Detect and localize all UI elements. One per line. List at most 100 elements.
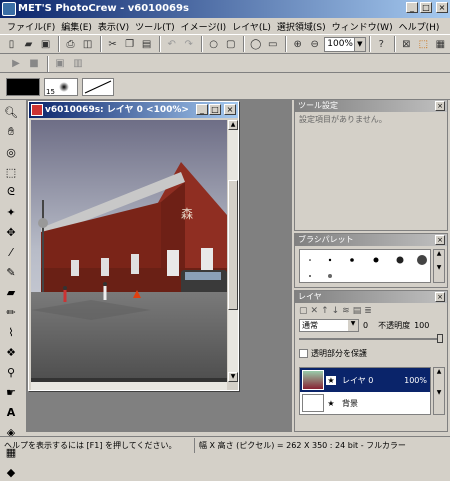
blend-mode-select[interactable]: 通常 ▼ bbox=[299, 319, 359, 332]
tool-settings-title-bar: ツール設定 × bbox=[295, 100, 447, 112]
selection-icon[interactable]: ⬚ bbox=[416, 36, 431, 52]
copy-icon[interactable]: ❐ bbox=[122, 36, 137, 52]
brush-scrollbar[interactable]: ▲ ▼ bbox=[433, 249, 445, 283]
merge-layer-icon[interactable]: ≋ bbox=[342, 306, 350, 316]
text-tool-icon[interactable]: A bbox=[2, 403, 20, 421]
tool-settings-close-icon[interactable]: × bbox=[435, 101, 445, 111]
close-button[interactable]: × bbox=[436, 2, 448, 13]
layer-row-0[interactable]: ★ レイヤ 0 100% bbox=[300, 368, 430, 392]
stamp-tool-icon[interactable]: ❖ bbox=[2, 343, 20, 361]
app-title: MET'S PhotoCrew - v6010069s bbox=[18, 3, 189, 14]
window-controls: _ □ × bbox=[406, 2, 448, 13]
magic-wand-tool-icon[interactable]: ✦ bbox=[2, 203, 20, 221]
zoom-tool-icon[interactable]: 🔍︎ bbox=[2, 103, 20, 121]
star-icon[interactable]: ★ bbox=[326, 375, 336, 385]
print-preview-icon[interactable]: ◫ bbox=[80, 36, 95, 52]
save-icon[interactable]: ▣ bbox=[38, 36, 53, 52]
brush-palette-title: ブラシパレット bbox=[298, 235, 354, 244]
zoom-select[interactable]: 100% ▼ bbox=[324, 36, 366, 52]
document-window[interactable]: v6010069s: レイヤ 0 <100%> _ □ × 森 ▲ ▼ bbox=[28, 101, 239, 391]
brush-size-label: 15 bbox=[46, 88, 55, 96]
menu-file[interactable]: ファイル(F) bbox=[4, 20, 58, 33]
airbrush-tool-icon[interactable]: ⌇ bbox=[2, 323, 20, 341]
layer-scrollbar[interactable]: ▲ ▼ bbox=[433, 367, 445, 415]
pencil-tool-icon[interactable]: ✏︎ bbox=[2, 303, 20, 321]
svg-text:森: 森 bbox=[181, 206, 193, 221]
horizontal-scrollbar[interactable] bbox=[31, 382, 227, 390]
stop-icon[interactable]: ■ bbox=[26, 56, 42, 72]
image-canvas[interactable]: 森 bbox=[31, 120, 227, 382]
hand-tool-icon[interactable]: ✋︎ bbox=[2, 123, 20, 141]
zoom-in-icon[interactable]: ⊕ bbox=[290, 36, 305, 52]
layers-title: レイヤ bbox=[298, 292, 322, 301]
cut-icon[interactable]: ✂ bbox=[105, 36, 120, 52]
zoom-value: 100% bbox=[327, 39, 353, 49]
opacity-label: 不透明度 bbox=[378, 321, 411, 330]
print-icon[interactable]: ⎙ bbox=[63, 36, 78, 52]
record-icon[interactable]: ▣ bbox=[52, 56, 68, 72]
brush-grid[interactable] bbox=[299, 249, 431, 283]
zoom-out-icon[interactable]: ⊖ bbox=[307, 36, 322, 52]
vertical-scrollbar[interactable]: ▲ ▼ bbox=[228, 120, 238, 382]
main-toolbar: ▯ ▰ ▣ ⎙ ◫ ✂ ❐ ▤ ↶ ↷ ○ ▢ ◯ ▭ ⊕ ⊖ 100% ▼ ?… bbox=[0, 34, 450, 54]
flatten-icon[interactable]: ▤ bbox=[353, 306, 362, 316]
play-icon[interactable]: ▶ bbox=[8, 56, 24, 72]
foreground-color-swatch[interactable] bbox=[6, 78, 40, 96]
minimize-button[interactable]: _ bbox=[406, 2, 418, 13]
delete-layer-icon[interactable]: ✕ bbox=[311, 306, 319, 316]
app-icon bbox=[2, 2, 16, 16]
eyedropper-tool-icon[interactable]: ⁄ bbox=[2, 243, 20, 261]
line-style-preview[interactable] bbox=[82, 78, 114, 96]
menu-view[interactable]: 表示(V) bbox=[95, 20, 132, 33]
paste-icon[interactable]: ▤ bbox=[139, 36, 154, 52]
frame-icon[interactable]: ▭ bbox=[265, 36, 280, 52]
layer-up-icon[interactable]: ↑ bbox=[321, 306, 329, 316]
lasso-select-tool-icon[interactable]: ᘓ bbox=[2, 183, 20, 201]
brush-tool-icon[interactable]: ✎ bbox=[2, 263, 20, 281]
brush-palette-close-icon[interactable]: × bbox=[435, 235, 445, 245]
layers-panel: レイヤ × ▢ ✕ ↑ ↓ ≋ ▤ ≣ 通常 ▼ 0 不透明度 100 透明部分… bbox=[294, 290, 448, 432]
context-help-icon[interactable]: ? bbox=[374, 36, 389, 52]
menu-help[interactable]: ヘルプ(H) bbox=[396, 20, 443, 33]
layer-options-icon[interactable]: ≣ bbox=[364, 306, 372, 316]
eraser-tool-icon[interactable]: ▰ bbox=[2, 283, 20, 301]
menu-image[interactable]: イメージ(I) bbox=[178, 20, 230, 33]
circle-select-icon[interactable]: ○ bbox=[206, 36, 221, 52]
smudge-tool-icon[interactable]: ☛ bbox=[2, 383, 20, 401]
blend-mode-value: 通常 bbox=[302, 321, 318, 330]
undo-icon[interactable]: ↶ bbox=[164, 36, 179, 52]
rect-select-tool-icon[interactable]: ⬚ bbox=[2, 163, 20, 181]
scroll-down-icon[interactable]: ▼ bbox=[228, 372, 238, 382]
doc-maximize-button[interactable]: □ bbox=[209, 104, 221, 115]
maximize-button[interactable]: □ bbox=[420, 2, 432, 13]
grid-off-icon[interactable]: ⊠ bbox=[399, 36, 414, 52]
document-icon bbox=[31, 104, 43, 116]
layer-down-icon[interactable]: ↓ bbox=[332, 306, 340, 316]
open-folder-icon[interactable]: ▰ bbox=[21, 36, 36, 52]
new-file-icon[interactable]: ▯ bbox=[4, 36, 19, 52]
layer-row-1[interactable]: ★ 背景 bbox=[300, 392, 430, 414]
menu-tools[interactable]: ツール(T) bbox=[132, 20, 178, 33]
move-tool-icon[interactable]: ✥ bbox=[2, 223, 20, 241]
new-layer-icon[interactable]: ▢ bbox=[299, 306, 308, 316]
preserve-transparency-checkbox[interactable] bbox=[299, 349, 308, 358]
macro-icon[interactable]: ▥ bbox=[70, 56, 86, 72]
opacity-slider[interactable] bbox=[299, 334, 443, 344]
redo-icon[interactable]: ↷ bbox=[181, 36, 196, 52]
star-icon[interactable]: ★ bbox=[326, 399, 336, 408]
menu-layer[interactable]: レイヤ(L) bbox=[229, 20, 274, 33]
menu-edit[interactable]: 編集(E) bbox=[58, 20, 95, 33]
scroll-up-icon[interactable]: ▲ bbox=[228, 120, 238, 130]
doc-close-button[interactable]: × bbox=[224, 104, 236, 115]
lasso-tool-icon[interactable]: ◎ bbox=[2, 143, 20, 161]
menu-window[interactable]: ウィンドウ(W) bbox=[329, 20, 396, 33]
scroll-thumb[interactable] bbox=[228, 180, 238, 310]
doc-minimize-button[interactable]: _ bbox=[196, 104, 208, 115]
layers-close-icon[interactable]: × bbox=[435, 292, 445, 302]
ellipse-icon[interactable]: ◯ bbox=[248, 36, 263, 52]
layout-icon[interactable]: ▦ bbox=[433, 36, 448, 52]
menu-select[interactable]: 選択領域(S) bbox=[274, 20, 329, 33]
shape-tool-icon[interactable]: ◆ bbox=[2, 463, 20, 481]
square-select-icon[interactable]: ▢ bbox=[223, 36, 238, 52]
dropper-tool-icon[interactable]: ⚲ bbox=[2, 363, 20, 381]
